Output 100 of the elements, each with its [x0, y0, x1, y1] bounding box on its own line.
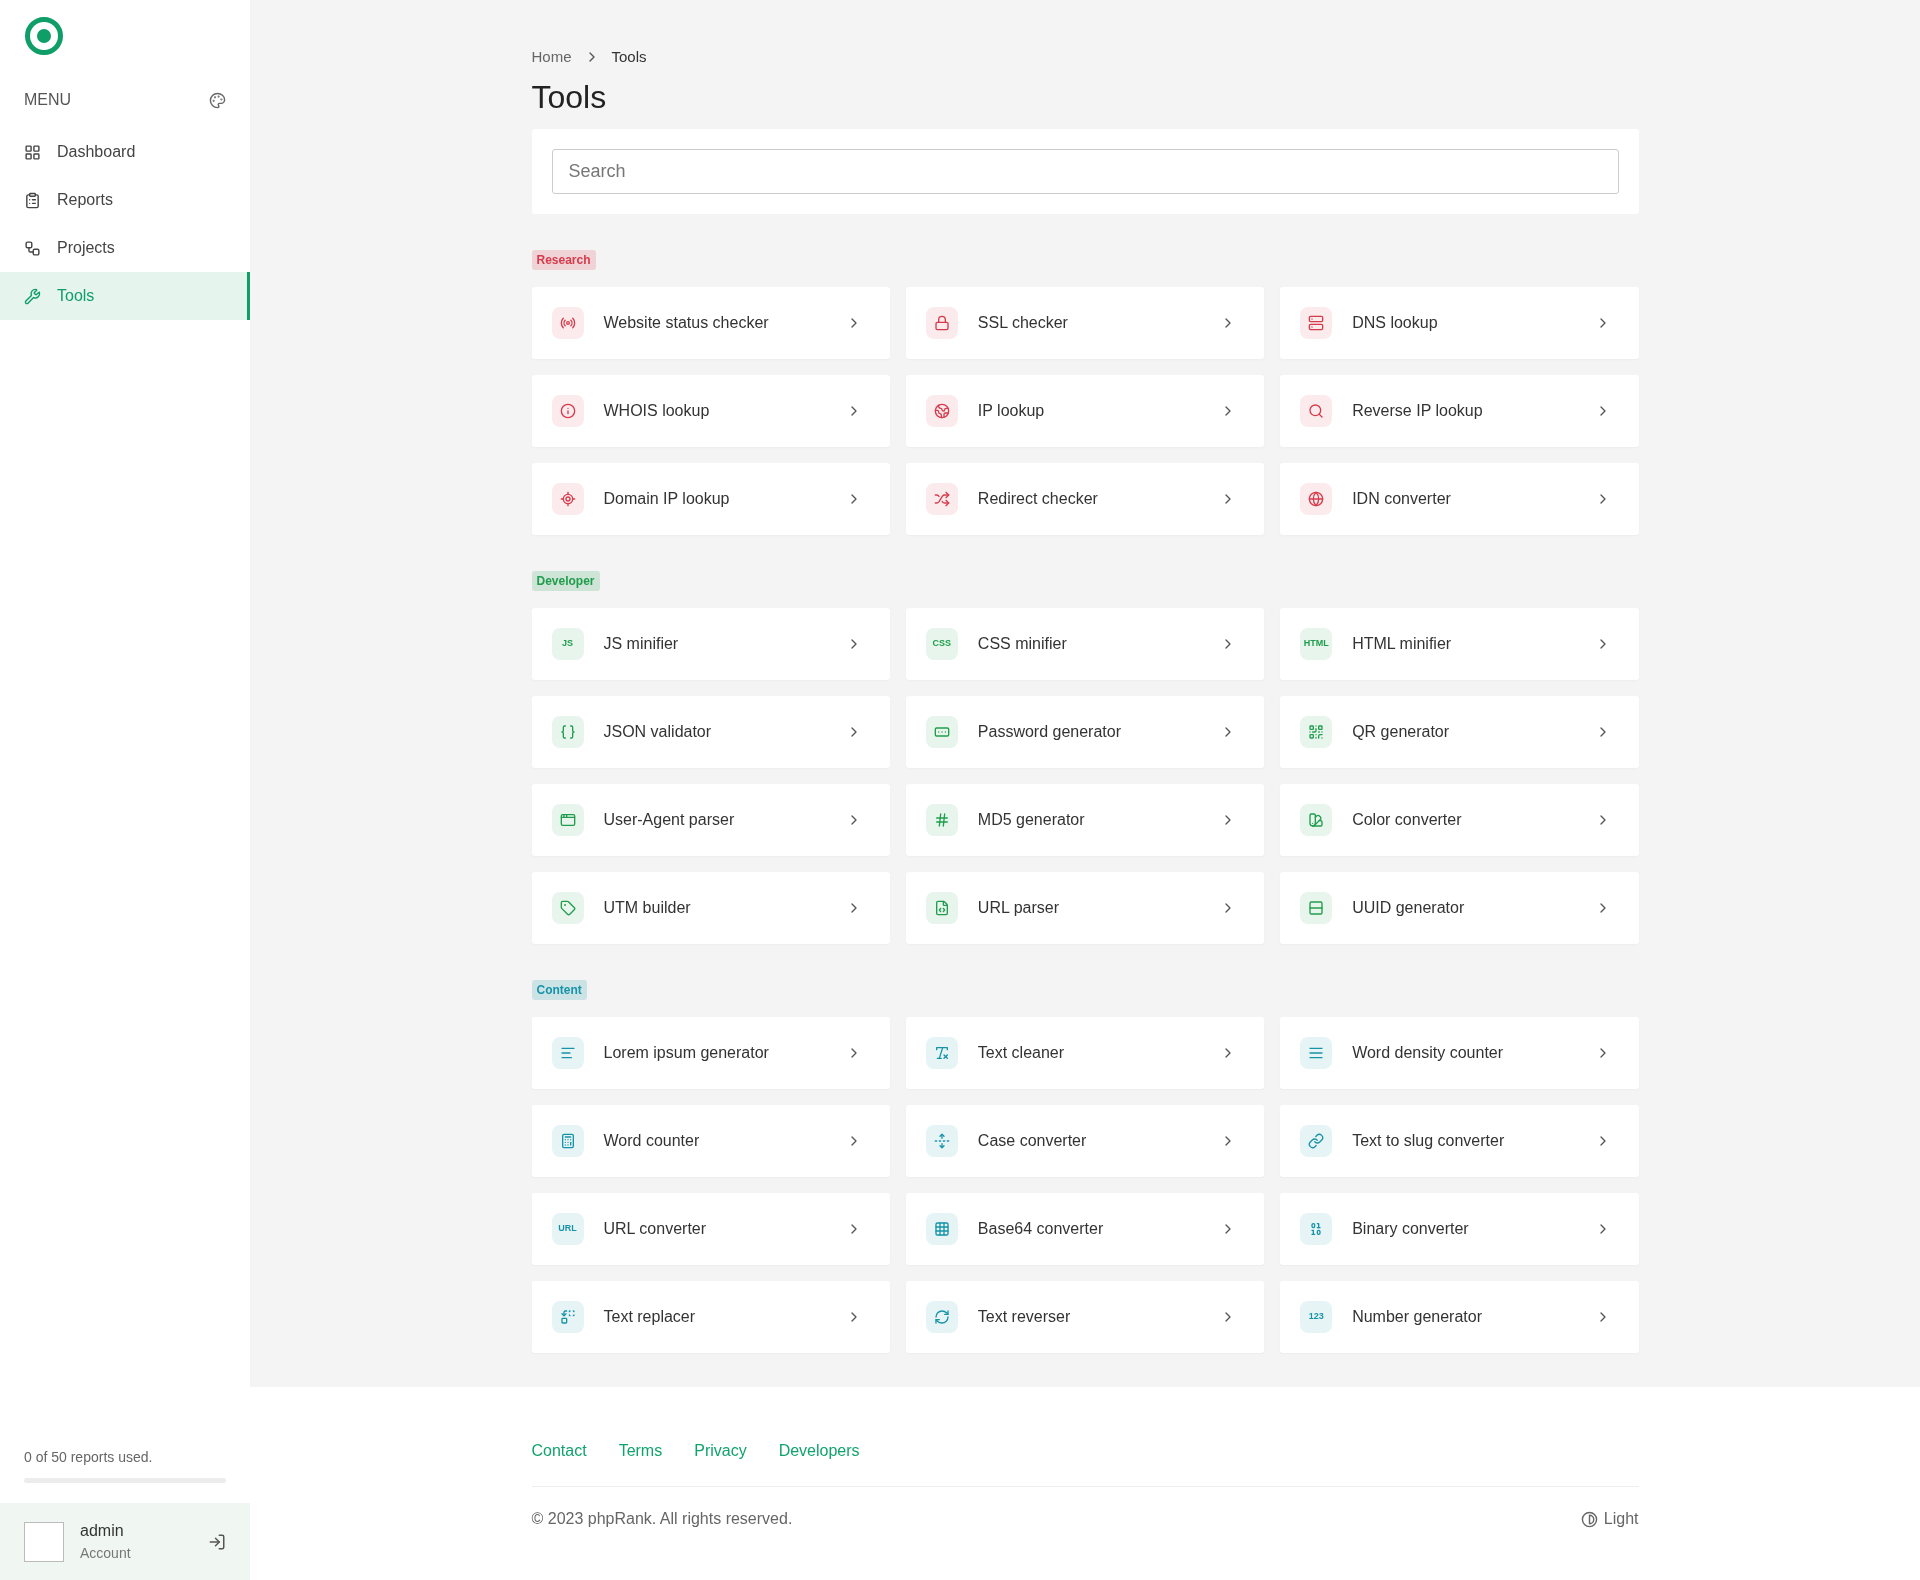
tool-name: URL parser [977, 897, 1061, 918]
tool-name: Number generator [1352, 1306, 1483, 1327]
tool-name: URL converter [603, 1218, 708, 1239]
lock-icon [933, 314, 950, 331]
search-field[interactable]: Search [551, 148, 1619, 194]
tool-card[interactable]: WHOIS lookup [531, 374, 890, 447]
tool-card[interactable]: SSL checker [905, 286, 1265, 359]
tool-card[interactable]: Case converter [905, 1104, 1265, 1177]
tool-name: WHOIS lookup [603, 400, 711, 421]
tool-card[interactable]: Color converter [1280, 783, 1639, 856]
location-icon [559, 490, 576, 507]
tool-card[interactable]: Text to slug converter [1280, 1104, 1639, 1177]
tool-name: Redirect checker [977, 488, 1099, 509]
tool-name: Domain IP lookup [603, 488, 731, 509]
nav-item[interactable]: Dashboard [0, 128, 250, 176]
tool-card[interactable]: URL URL converter [531, 1192, 890, 1265]
swatch-icon [1308, 811, 1325, 828]
tool-name: Word density counter [1352, 1042, 1505, 1063]
tool-card[interactable]: URL parser [905, 871, 1265, 944]
qr-code-icon [1308, 723, 1325, 740]
logo-icon [24, 16, 64, 56]
window-icon [559, 811, 576, 828]
tool-card[interactable]: Reverse IP lookup [1280, 374, 1639, 447]
tool-card[interactable]: IP lookup [905, 374, 1265, 447]
tool-card[interactable]: UUID generator [1280, 871, 1639, 944]
tool-card[interactable]: 123 Number generator [1280, 1280, 1639, 1353]
menu-label: MENU [24, 90, 72, 110]
tool-name: IDN converter [1352, 488, 1452, 509]
usage-text: 0 of 50 reports used. [24, 1448, 154, 1467]
tool-name: HTML minifier [1352, 633, 1453, 654]
tool-name: DNS lookup [1352, 312, 1439, 333]
tool-name: Color converter [1352, 809, 1463, 830]
tool-name: Word counter [603, 1130, 701, 1151]
tools-icon [24, 287, 41, 305]
tool-card[interactable]: MD5 generator [905, 783, 1265, 856]
info-icon [559, 402, 576, 419]
nav-item[interactable]: Reports [0, 176, 250, 224]
tool-name: Text replacer [603, 1306, 697, 1327]
braces-icon [559, 723, 576, 740]
tool-card[interactable]: Text reverser [905, 1280, 1265, 1353]
tool-card[interactable]: IDN converter [1280, 462, 1639, 535]
tool-card[interactable]: DNS lookup [1280, 286, 1639, 359]
clear-format-icon [933, 1044, 950, 1061]
nav-item[interactable]: Projects [0, 224, 250, 272]
account-label: Account [80, 1544, 131, 1563]
tool-name: JS minifier [603, 633, 680, 654]
file-code-icon [933, 899, 950, 916]
breadcrumb-item[interactable]: Home [531, 46, 572, 69]
tool-card[interactable]: CSS CSS minifier [905, 607, 1265, 680]
tool-card[interactable]: Text replacer [531, 1280, 890, 1353]
shuffle-icon [933, 490, 950, 507]
grid-icon [933, 1220, 950, 1237]
tool-card[interactable]: UTM builder [531, 871, 890, 944]
tool-card[interactable]: HTML HTML minifier [1280, 607, 1639, 680]
tool-card[interactable]: Base64 converter [905, 1192, 1265, 1265]
tool-name: Lorem ipsum generator [603, 1042, 770, 1063]
category-badge: Research [531, 249, 596, 270]
tool-card[interactable]: User-Agent parser [531, 783, 890, 856]
tool-name: Website status checker [603, 312, 770, 333]
logout-icon[interactable] [208, 1532, 226, 1551]
contrast-icon [1580, 1510, 1598, 1528]
grid-icon [24, 143, 41, 161]
tool-name: JSON validator [603, 721, 713, 742]
tool-name: Text cleaner [977, 1042, 1066, 1063]
tool-card[interactable]: Word density counter [1280, 1016, 1639, 1089]
palette-icon[interactable] [209, 91, 226, 109]
tool-card[interactable]: Domain IP lookup [531, 462, 890, 535]
tool-icon-label: HTML [1303, 639, 1329, 648]
tool-name: QR generator [1352, 721, 1451, 742]
workflow-icon [24, 239, 41, 257]
tool-name: Binary converter [1352, 1218, 1470, 1239]
tool-card[interactable]: Binary converter [1280, 1192, 1639, 1265]
tool-name: Base64 converter [977, 1218, 1105, 1239]
tool-card[interactable]: Text cleaner [905, 1016, 1265, 1089]
unfold-icon [933, 1132, 950, 1149]
tool-card[interactable]: Website status checker [531, 286, 890, 359]
tool-name: Password generator [977, 721, 1122, 742]
tool-name: SSL checker [977, 312, 1069, 333]
replace-icon [559, 1308, 576, 1325]
theme-toggle[interactable]: Light [1580, 1507, 1639, 1531]
tool-card[interactable]: JS JS minifier [531, 607, 890, 680]
tool-icon-label: 123 [1308, 1312, 1324, 1321]
tool-icon-label: JS [562, 639, 573, 648]
tool-card[interactable]: QR generator [1280, 695, 1639, 768]
tool-name: MD5 generator [977, 809, 1086, 830]
category-badge: Content [531, 979, 587, 1000]
globe-icon [933, 402, 950, 419]
server-icon [1308, 314, 1325, 331]
tool-name: UUID generator [1352, 897, 1466, 918]
tool-card[interactable]: Lorem ipsum generator [531, 1016, 890, 1089]
rows-icon [1308, 899, 1325, 916]
tool-card[interactable]: Password generator [905, 695, 1265, 768]
avatar-placeholder [24, 1521, 64, 1562]
tool-card[interactable]: Redirect checker [905, 462, 1265, 535]
tool-name: Text to slug converter [1352, 1130, 1506, 1151]
tool-card[interactable]: JSON validator [531, 695, 890, 768]
tool-name: User-Agent parser [603, 809, 736, 830]
refresh-icon [933, 1308, 950, 1325]
tool-card[interactable]: Word counter [531, 1104, 890, 1177]
tool-name: UTM builder [603, 897, 692, 918]
